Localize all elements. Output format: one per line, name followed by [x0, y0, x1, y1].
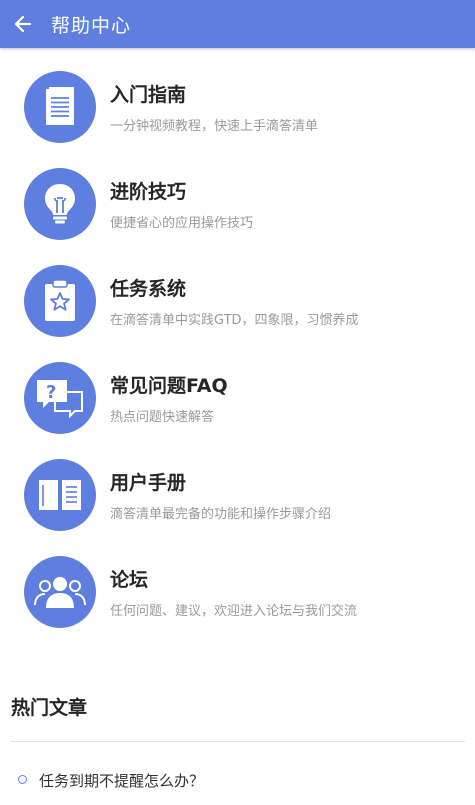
hot-article-item[interactable]: 任务到期不提醒怎么办？: [0, 760, 475, 800]
menu-item-advanced-tips[interactable]: 进阶技巧 便捷省心的应用操作技巧: [0, 145, 475, 242]
menu-item-title: 论坛: [110, 569, 149, 591]
menu-item-forum[interactable]: 论坛 任何问题、建议，欢迎进入论坛与我们交流: [0, 533, 475, 630]
menu-item-desc: 便捷省心的应用操作技巧: [110, 216, 254, 231]
menu-item-title: 用户手册: [110, 472, 187, 494]
menu-item-title: 进阶技巧: [110, 181, 187, 203]
question-chat-icon: ?: [24, 362, 96, 434]
help-menu: 入门指南 一分钟视频教程，快速上手滴答清单 进阶技巧 便捷省心的应用操作技巧 任…: [0, 48, 475, 630]
menu-item-desc: 一分钟视频教程，快速上手滴答清单: [110, 119, 319, 134]
menu-item-user-manual[interactable]: 用户手册 滴答清单最完备的功能和操作步骤介绍: [0, 436, 475, 533]
divider: [10, 741, 465, 742]
hot-article-text: 任务到期不提醒怎么办？: [39, 772, 205, 790]
clipboard-star-icon: [24, 265, 96, 337]
menu-item-getting-started[interactable]: 入门指南 一分钟视频教程，快速上手滴答清单: [0, 48, 475, 145]
people-group-icon: [24, 556, 96, 628]
back-button[interactable]: [0, 0, 46, 48]
svg-text:?: ?: [46, 382, 56, 403]
lightbulb-icon: [24, 168, 96, 240]
hot-articles-title: 热门文章: [11, 697, 88, 719]
menu-item-task-system[interactable]: 任务系统 在滴答清单中实践GTD，四象限，习惯养成: [0, 242, 475, 339]
app-bar: 帮助中心: [0, 0, 475, 48]
menu-item-desc: 滴答清单最完备的功能和操作步骤介绍: [110, 507, 332, 522]
menu-item-desc: 热点问题快速解答: [110, 410, 215, 425]
arrow-left-icon: [14, 15, 32, 33]
menu-item-faq[interactable]: ? 常见问题FAQ 热点问题快速解答: [0, 339, 475, 436]
menu-item-desc: 任何问题、建议，欢迎进入论坛与我们交流: [110, 604, 358, 619]
menu-item-title: 任务系统: [110, 278, 187, 300]
open-book-icon: [24, 459, 96, 531]
page-title: 帮助中心: [51, 14, 132, 37]
document-icon: [24, 71, 96, 143]
menu-item-title: 常见问题FAQ: [110, 375, 228, 397]
menu-item-title: 入门指南: [110, 84, 187, 106]
bullet-icon: [18, 775, 27, 784]
menu-item-desc: 在滴答清单中实践GTD，四象限，习惯养成: [110, 313, 359, 328]
